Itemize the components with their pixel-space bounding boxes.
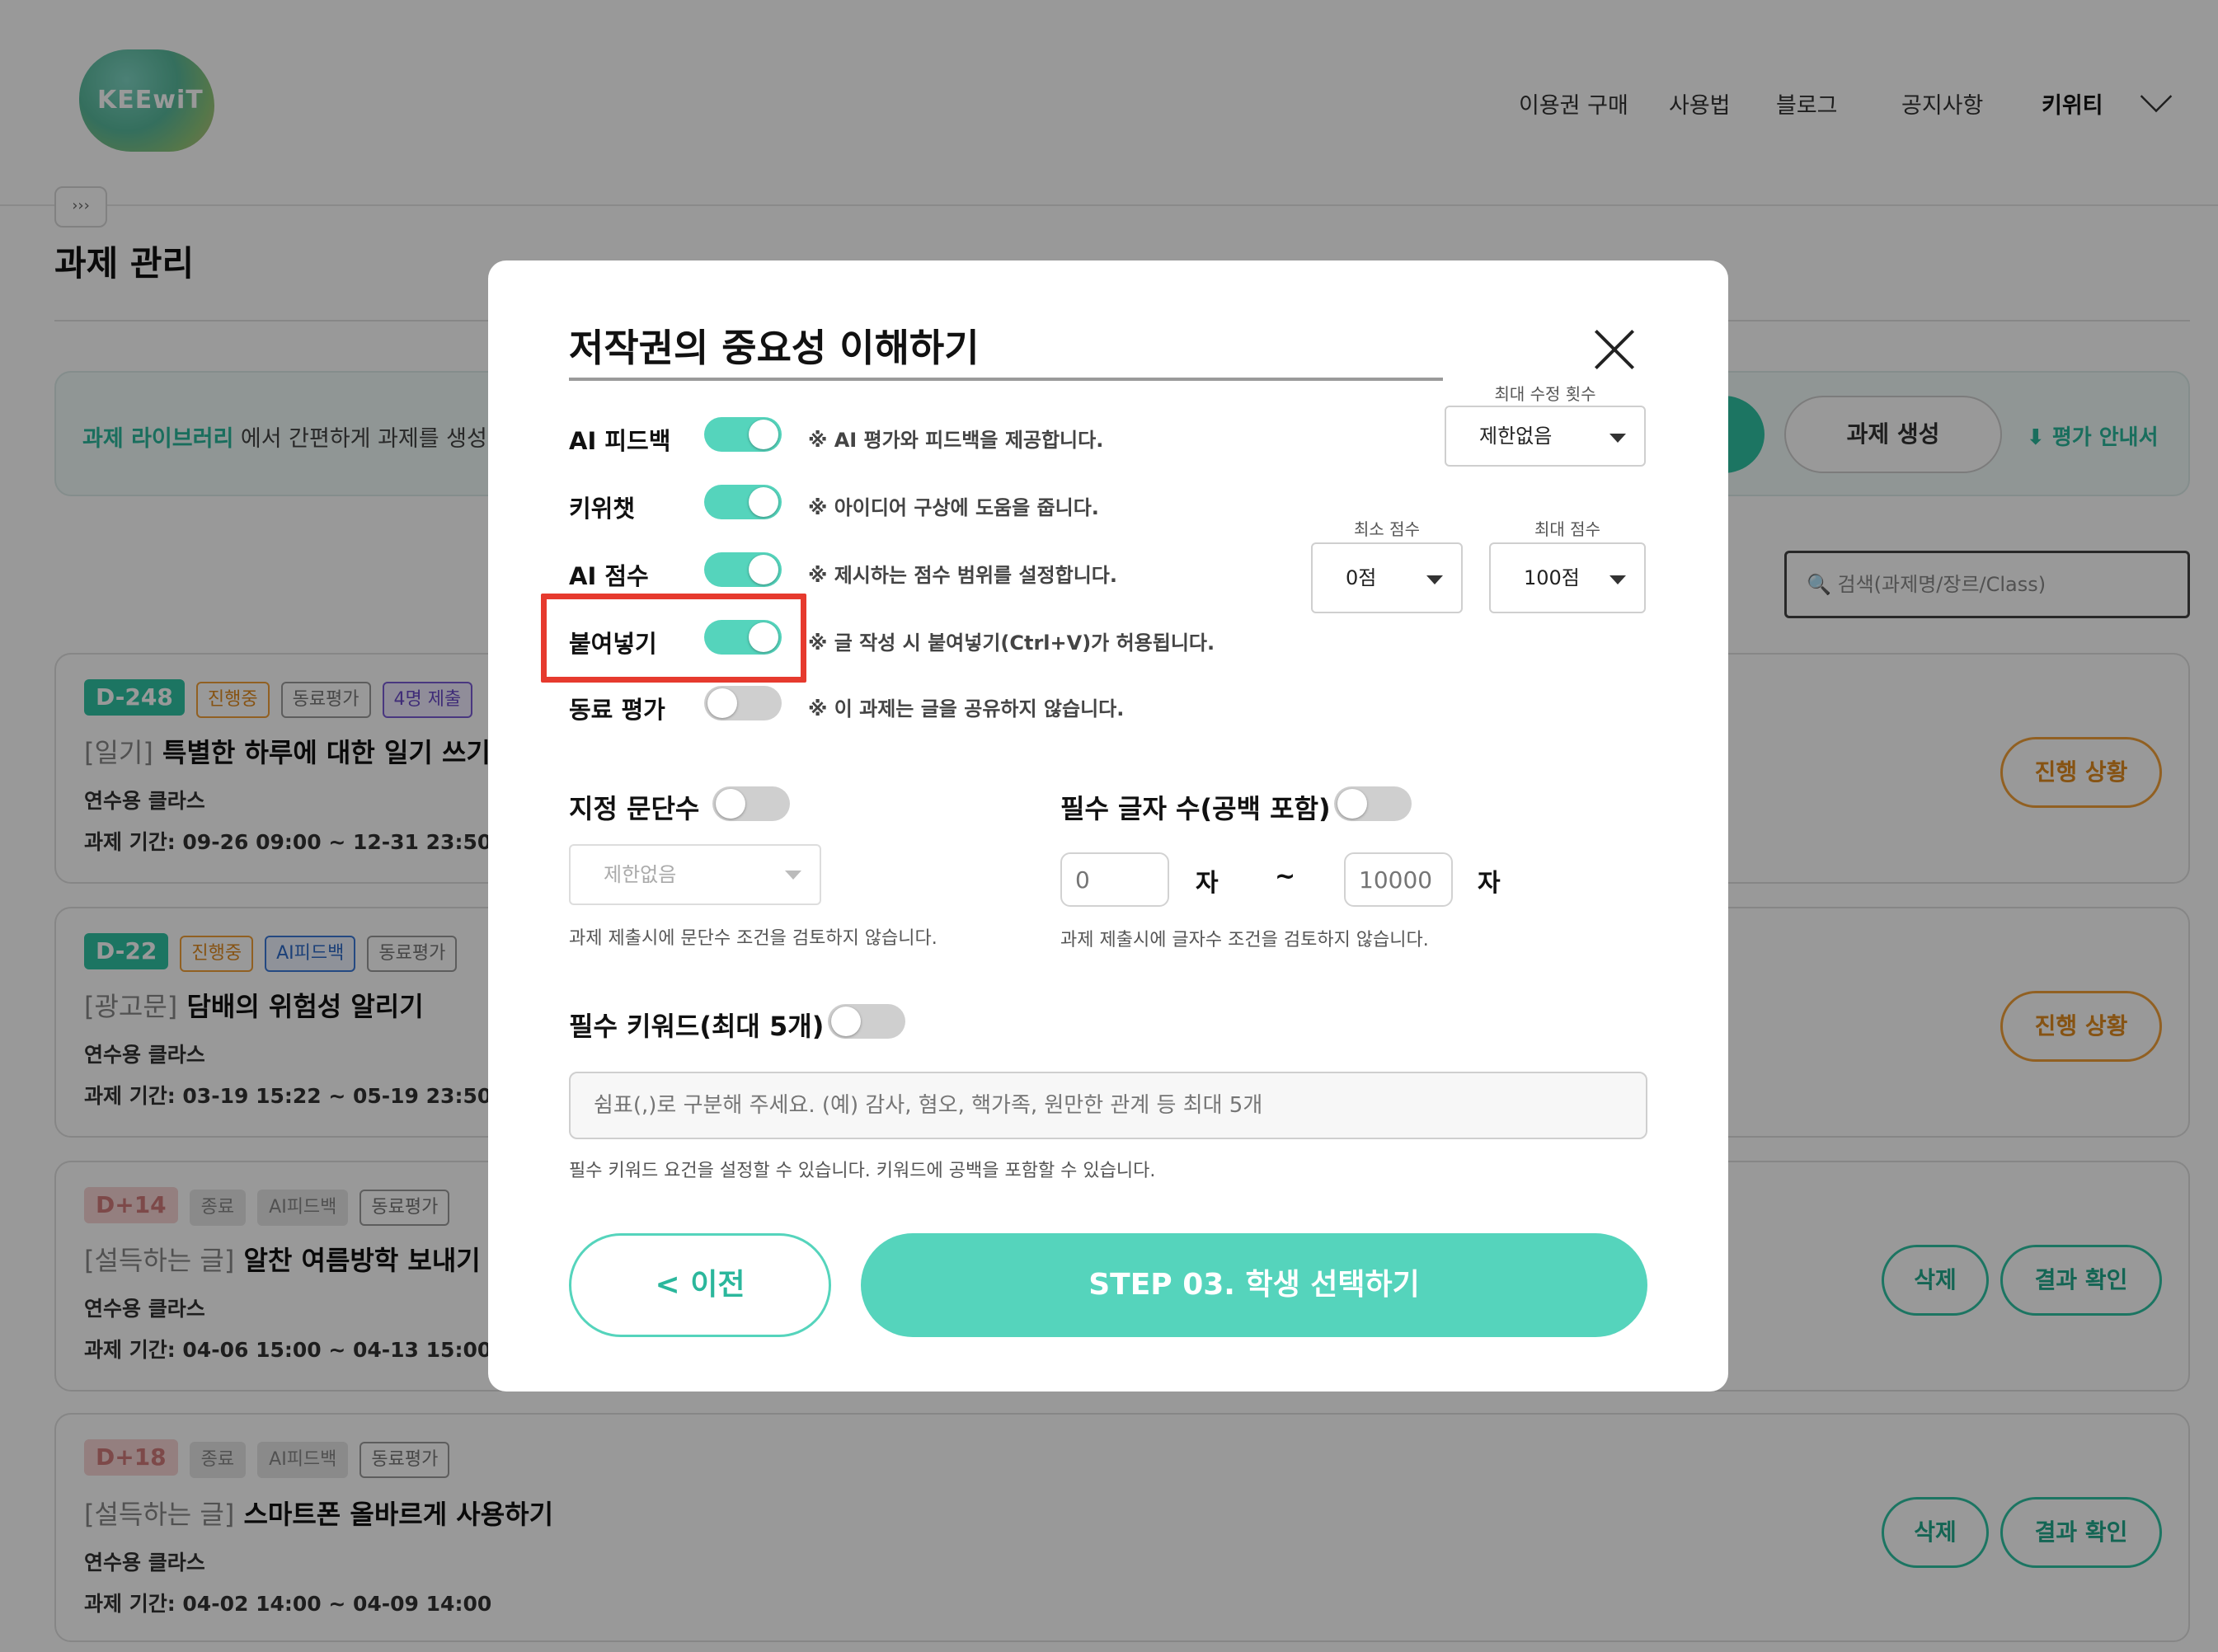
modal-title: 저작권의 중요성 이해하기 [569,326,980,370]
ai-score-desc: ※ 제시하는 점수 범위를 설정합니다. [808,564,1117,587]
toggle-knob [716,789,745,819]
toggle-knob [707,688,737,718]
paragraph-count-toggle[interactable] [712,786,790,821]
paragraph-count-hint: 과제 제출시에 문단수 조건을 검토하지 않습니다. [569,928,937,949]
ai-feedback-desc: ※ AI 평가와 피드백을 제공합니다. [808,429,1104,452]
paste-highlight-box [541,594,806,683]
ai-feedback-label: AI 피드백 [569,427,671,455]
char-count-toggle[interactable] [1334,786,1412,821]
min-chars-unit: 자 [1196,869,1219,898]
keywords-hint: 필수 키워드 요건을 설정할 수 있습니다. 키워드에 공백을 포함할 수 있습… [569,1161,1156,1181]
max-revisions-select[interactable]: 제한없음 [1445,406,1646,467]
close-icon[interactable] [1593,328,1636,371]
peer-review-toggle[interactable] [704,686,782,720]
toggle-knob [749,487,778,517]
paste-desc: ※ 글 작성 시 붙여넣기(Ctrl+V)가 허용됩니다. [808,631,1215,655]
paragraph-count-label: 지정 문단수 [569,793,700,824]
ai-score-label: AI 점수 [569,562,649,590]
assignment-settings-modal: 저작권의 중요성 이해하기 AI 피드백 ※ AI 평가와 피드백을 제공합니다… [488,260,1728,1392]
paragraph-count-value: 제한없음 [604,863,677,886]
next-step-button[interactable]: STEP 03. 학생 선택하기 [861,1233,1647,1337]
paragraph-count-select[interactable]: 제한없음 [569,844,821,905]
previous-button[interactable]: < 이전 [569,1233,831,1337]
kiwichat-desc: ※ 아이디어 구상에 도움을 줍니다. [808,496,1099,519]
min-score-value: 0점 [1346,566,1377,589]
toggle-knob [1337,789,1367,819]
range-separator: ~ [1275,862,1296,891]
keywords-input[interactable] [569,1072,1647,1139]
char-count-hint: 과제 제출시에 글자수 조건을 검토하지 않습니다. [1060,930,1429,950]
max-score-value: 100점 [1524,566,1580,589]
char-count-label: 필수 글자 수(공백 포함) [1060,793,1331,824]
caret-down-icon [785,871,801,880]
toggle-knob [831,1007,861,1036]
peer-review-label: 동료 평가 [569,696,665,724]
min-score-caption: 최소 점수 [1354,519,1420,539]
keywords-toggle[interactable] [828,1004,905,1039]
keywords-label: 필수 키워드(최대 5개) [569,1011,825,1042]
peer-review-desc: ※ 이 과제는 글을 공유하지 않습니다. [808,697,1125,720]
min-score-select[interactable]: 0점 [1311,542,1463,613]
max-chars-unit: 자 [1478,869,1501,898]
kiwichat-label: 키위챗 [569,495,636,523]
max-score-select[interactable]: 100점 [1489,542,1646,613]
ai-feedback-toggle[interactable] [704,417,782,452]
max-score-caption: 최대 점수 [1534,519,1600,539]
toggle-knob [749,555,778,584]
max-chars-input[interactable] [1344,852,1453,907]
caret-down-icon [1609,434,1626,443]
min-chars-input[interactable] [1060,852,1169,907]
title-underline [569,378,1443,381]
kiwichat-toggle[interactable] [704,485,782,519]
caret-down-icon [1426,575,1443,584]
max-revisions-caption: 최대 수정 횟수 [1494,384,1596,404]
ai-score-toggle[interactable] [704,552,782,587]
max-revisions-value: 제한없음 [1479,425,1553,448]
toggle-knob [749,420,778,449]
caret-down-icon [1609,575,1626,584]
